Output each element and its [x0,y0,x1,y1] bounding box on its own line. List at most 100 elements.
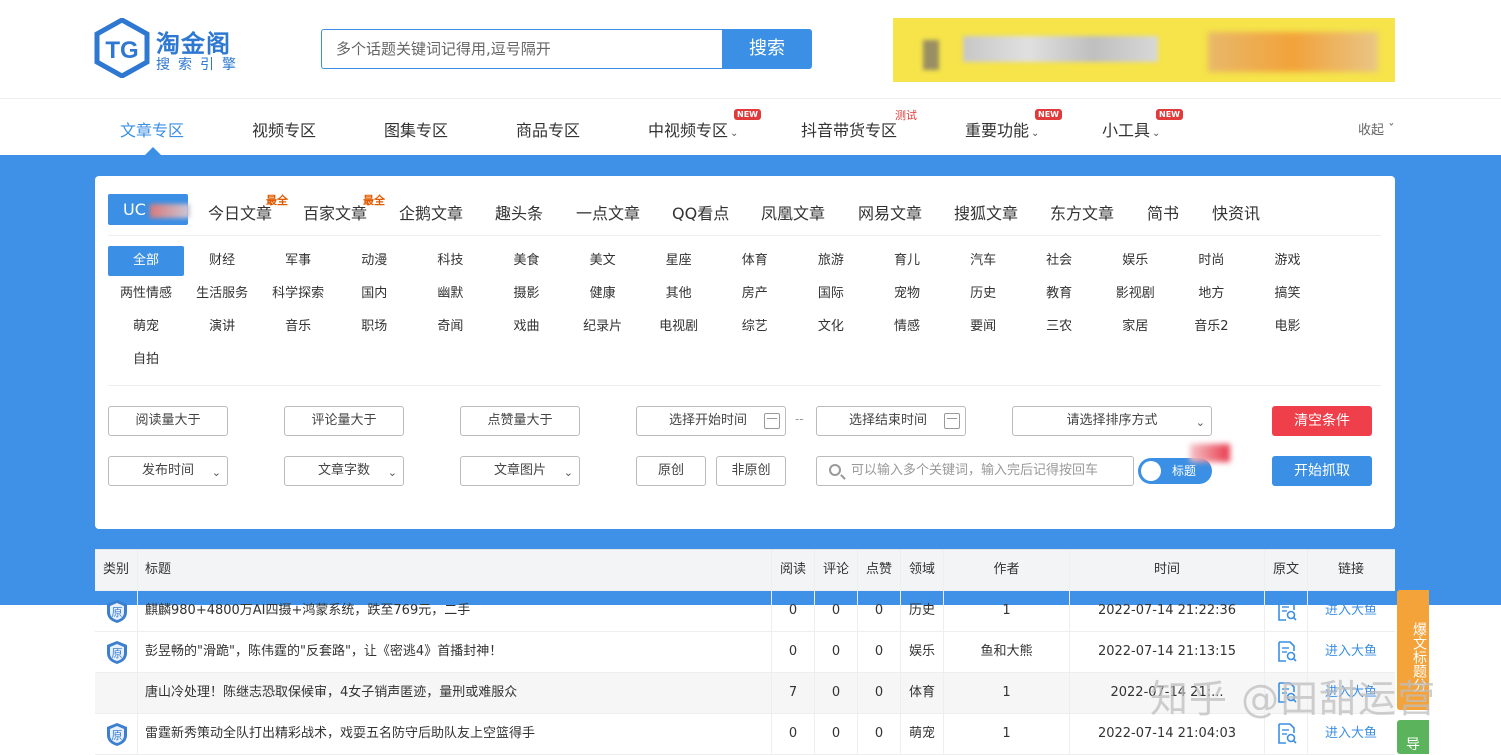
side-export-button[interactable]: 导 [1397,720,1429,754]
category-item[interactable]: 摄影 [489,279,565,309]
category-item[interactable]: 地方 [1173,279,1249,309]
like-count-filter[interactable]: 点赞量大于 [460,406,580,436]
comment-count-filter[interactable]: 评论量大于 [284,406,404,436]
category-item[interactable]: 社会 [1021,246,1097,276]
category-item[interactable]: 音乐2 [1173,312,1249,342]
category-item[interactable]: 萌宠 [108,312,184,342]
enter-dayu-link[interactable]: 进入大鱼 [1308,591,1394,632]
category-item[interactable]: 游戏 [1250,246,1326,276]
source-tab-qutoutiao[interactable]: 趣头条 [495,200,543,224]
view-source-icon[interactable] [1277,641,1297,663]
logo[interactable]: TG 淘金阁 搜索引擎 [94,18,244,80]
category-item[interactable]: 财经 [184,246,260,276]
row-title[interactable]: 唐山冷处理！陈继志恐取保候审，4女子销声匿迹，量刑或难服众 [145,673,765,714]
view-source-icon[interactable] [1277,600,1297,622]
category-item[interactable]: 三农 [1021,312,1097,342]
category-item[interactable]: 纪录片 [565,312,641,342]
nav-goods-zone[interactable]: 商品专区 [516,117,580,141]
row-title[interactable]: 麒麟980+4800万AI四摄+鸿蒙系统，跌至769元，二手 [145,591,765,632]
sort-select[interactable]: 请选择排序方式 ⌄ [1012,406,1212,436]
nav-article-zone[interactable]: 文章专区 [120,117,184,141]
source-tab-qqkandian[interactable]: QQ看点 [672,200,729,224]
source-tab-yidian[interactable]: 一点文章 [576,200,640,224]
search-input[interactable]: 多个话题关键词记得用,逗号隔开 [321,29,723,69]
enter-dayu-link[interactable]: 进入大鱼 [1308,632,1394,673]
category-item[interactable]: 演讲 [184,312,260,342]
category-item[interactable]: 科技 [412,246,488,276]
category-item[interactable]: 教育 [1021,279,1097,309]
category-item[interactable]: 文化 [793,312,869,342]
keyword-input[interactable]: 可以输入多个关键词，输入完后记得按回车 [816,456,1134,486]
ad-banner[interactable] [893,18,1395,82]
category-item[interactable]: 戏曲 [489,312,565,342]
category-item[interactable]: 家居 [1097,312,1173,342]
category-item[interactable]: 情感 [869,312,945,342]
source-tab-kuaizixun[interactable]: 快资讯 [1212,200,1260,224]
category-item[interactable]: 健康 [565,279,641,309]
view-source-icon[interactable] [1277,723,1297,745]
nav-video-zone[interactable]: 视频专区 [252,117,316,141]
row-title[interactable]: 雷霆新秀策动全队打出精彩战术，戏耍五名防守后助队友上空篮得手 [145,714,765,755]
read-count-filter[interactable]: 阅读量大于 [108,406,228,436]
table-row[interactable]: 原 麒麟980+4800万AI四摄+鸿蒙系统，跌至769元，二手 0 0 0 历史 1 202… [95,591,1395,632]
start-time-picker[interactable]: 选择开始时间 [636,406,786,436]
nav-tools[interactable]: 小工具 ⌄ NEW [1102,109,1183,141]
source-tab-sohu[interactable]: 搜狐文章 [954,200,1018,224]
category-item[interactable]: 育儿 [869,246,945,276]
source-tab-eastday[interactable]: 东方文章 [1050,200,1114,224]
category-item[interactable]: 音乐 [260,312,336,342]
category-item[interactable]: 宠物 [869,279,945,309]
collapse-toggle[interactable]: 收起 ˇ [1358,119,1395,138]
start-fetch-button[interactable]: 开始抓取 [1272,456,1372,486]
category-item[interactable]: 房产 [717,279,793,309]
category-item[interactable]: 国际 [793,279,869,309]
category-item[interactable]: 职场 [336,312,412,342]
article-images-select[interactable]: 文章图片 ⌄ [460,456,580,486]
category-item[interactable]: 星座 [641,246,717,276]
original-filter-button[interactable]: 原创 [636,456,706,486]
non-original-filter-button[interactable]: 非原创 [716,456,786,486]
source-tab-netease[interactable]: 网易文章 [858,200,922,224]
category-item[interactable]: 搞笑 [1250,279,1326,309]
source-tab-baijia[interactable]: 百家文章 最全 [303,194,385,224]
category-item[interactable]: 旅游 [793,246,869,276]
category-item[interactable]: 自拍 [108,345,184,375]
category-item[interactable]: 科学探索 [260,279,336,309]
category-item[interactable]: 军事 [260,246,336,276]
category-item[interactable]: 历史 [945,279,1021,309]
end-time-picker[interactable]: 选择结束时间 [816,406,966,436]
nav-important-features[interactable]: 重要功能 ⌄ NEW [965,109,1062,141]
word-count-select[interactable]: 文章字数 ⌄ [284,456,404,486]
category-item[interactable]: 国内 [336,279,412,309]
category-item[interactable]: 电视剧 [641,312,717,342]
category-item[interactable]: 动漫 [336,246,412,276]
row-title[interactable]: 彭昱畅的"滑跪"，陈伟霆的"反套路"，让《密逃4》首播封神！ [145,632,765,673]
source-tab-uc[interactable]: UC [108,194,190,225]
category-item[interactable]: 全部 [108,246,184,276]
nav-midvideo-zone[interactable]: 中视频专区 ⌄ NEW [648,109,761,141]
nav-gallery-zone[interactable]: 图集专区 [384,117,448,141]
category-item[interactable]: 美文 [565,246,641,276]
category-item[interactable]: 综艺 [717,312,793,342]
category-item[interactable]: 美食 [489,246,565,276]
category-item[interactable]: 幽默 [412,279,488,309]
table-row[interactable]: 原 彭昱畅的"滑跪"，陈伟霆的"反套路"，让《密逃4》首播封神！ 0 0 0 娱乐 鱼和大熊… [95,632,1395,673]
category-item[interactable]: 时尚 [1173,246,1249,276]
category-item[interactable]: 影视剧 [1097,279,1173,309]
source-tab-penguin[interactable]: 企鹅文章 [399,200,463,224]
publish-time-select[interactable]: 发布时间 ⌄ [108,456,228,486]
source-tab-toutiao[interactable]: 今日文章 最全 [208,194,288,224]
search-button[interactable]: 搜索 [722,29,812,69]
category-item[interactable]: 要闻 [945,312,1021,342]
category-item[interactable]: 两性情感 [108,279,184,309]
category-item[interactable]: 体育 [717,246,793,276]
category-item[interactable]: 奇闻 [412,312,488,342]
clear-conditions-button[interactable]: 清空条件 [1272,406,1372,436]
source-tab-ifeng[interactable]: 凤凰文章 [761,200,825,224]
nav-douyin-zone[interactable]: 抖音带货专区 测试 [801,109,917,141]
category-item[interactable]: 娱乐 [1097,246,1173,276]
category-item[interactable]: 生活服务 [184,279,260,309]
category-item[interactable]: 汽车 [945,246,1021,276]
category-item[interactable]: 其他 [641,279,717,309]
source-tab-jianshu[interactable]: 简书 [1147,200,1179,224]
